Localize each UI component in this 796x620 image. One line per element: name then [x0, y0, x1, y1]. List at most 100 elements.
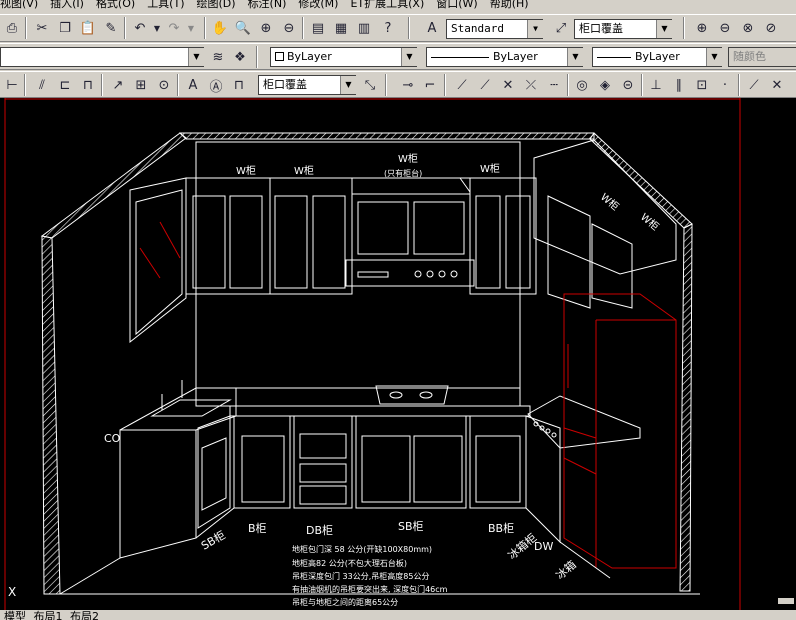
zoom-all-icon[interactable]: ⊗: [738, 18, 758, 38]
hood-knob: [414, 270, 422, 278]
properties-icon[interactable]: ▤: [308, 18, 328, 38]
text-style-combo[interactable]: Standard ▼: [446, 19, 543, 39]
snap-intersection-icon[interactable]: ✕: [498, 75, 518, 95]
toolbar-separator: [101, 74, 103, 96]
menu-bar: 视图(V) 插入(I) 格式(O) 工具(T) 绘图(D) 标注(N) 修改(M…: [0, 0, 796, 14]
menu-view[interactable]: 视图(V): [0, 0, 38, 9]
toolbar-separator: [25, 17, 27, 39]
chevron-down-icon[interactable]: ▼: [340, 76, 356, 94]
menu-format[interactable]: 格式(O): [96, 0, 135, 9]
center-mark-icon[interactable]: ⊙: [154, 75, 174, 95]
snap-from-icon[interactable]: ⌐: [420, 75, 440, 95]
menu-modify[interactable]: 修改(M): [298, 0, 338, 9]
zoom-window-icon[interactable]: ⊕: [256, 18, 276, 38]
hood-panel: [357, 271, 389, 278]
dim-style-icon[interactable]: ⤢: [551, 18, 571, 38]
match-properties-icon[interactable]: ✎: [101, 18, 121, 38]
tab-model[interactable]: 模型: [4, 610, 26, 620]
chevron-down-icon[interactable]: ▼: [188, 48, 204, 66]
dim-style-manager-icon[interactable]: ⤡: [360, 75, 380, 95]
left-window-frame: [129, 177, 187, 344]
cabinet-door: [229, 195, 263, 289]
zoom-out-icon[interactable]: ⊖: [715, 18, 735, 38]
chevron-down-icon[interactable]: ▼: [656, 20, 672, 38]
dim-edit-icon[interactable]: A: [183, 75, 203, 95]
toolbar-separator: [641, 74, 643, 96]
toolbar-separator: [256, 46, 258, 68]
cabinet-door: [413, 435, 463, 503]
tool-palettes-icon[interactable]: ▥: [354, 18, 374, 38]
color-combo[interactable]: ByLayer ▼: [270, 47, 417, 67]
tab-layout2[interactable]: 布局2: [70, 610, 99, 620]
snap-perpendicular-icon[interactable]: ⊥: [646, 75, 666, 95]
dim-baseline-icon[interactable]: ⊏: [55, 75, 75, 95]
snap-quadrant-icon[interactable]: ◈: [595, 75, 615, 95]
menu-express[interactable]: ET扩展工具(X): [350, 0, 424, 9]
tab-layout1[interactable]: 布局1: [34, 610, 63, 620]
cut-icon[interactable]: ✂: [32, 18, 52, 38]
zoom-extents-icon[interactable]: ⊘: [761, 18, 781, 38]
snap-temp-track-icon[interactable]: ⊸: [398, 75, 418, 95]
quick-leader-icon[interactable]: ↗: [108, 75, 128, 95]
top-wall-hatch: [178, 132, 595, 140]
menu-dimension[interactable]: 标注(N): [248, 0, 287, 9]
label-fridge: 冰箱: [553, 557, 579, 582]
plot-style-combo[interactable]: 随颜色: [728, 47, 796, 67]
linetype-sample: [431, 57, 489, 58]
lineweight-combo[interactable]: ByLayer ▼: [592, 47, 722, 67]
layer-previous-icon[interactable]: ❖: [230, 47, 250, 67]
menu-window[interactable]: 窗口(W): [436, 0, 477, 9]
zoom-realtime-icon[interactable]: 🔍: [233, 18, 253, 38]
dim-linear-icon[interactable]: ⊢: [2, 75, 22, 95]
plot-icon[interactable]: ⎙: [2, 18, 22, 38]
layers-toolbar: ▼ ≋ ❖ ByLayer ▼ ByLayer ▼ ByLayer ▼ 随颜色: [0, 43, 796, 70]
label-sb-mid: SB柜: [398, 520, 424, 533]
linetype-combo[interactable]: ByLayer ▼: [426, 47, 583, 67]
dim-continue-icon[interactable]: ⊓: [78, 75, 98, 95]
help-icon[interactable]: ?: [378, 18, 398, 38]
kitchen-drawing: W柜 W柜 W柜 (只有柜台) W柜 W柜 W柜 CO SB柜 B柜 DB柜 S…: [4, 98, 794, 610]
copy-icon[interactable]: ❐: [55, 18, 75, 38]
chevron-down-icon[interactable]: ▼: [401, 48, 417, 66]
menu-draw[interactable]: 绘图(D): [197, 0, 236, 9]
text-style-icon[interactable]: A: [422, 18, 442, 38]
paste-icon[interactable]: 📋: [78, 18, 98, 38]
snap-tangent-icon[interactable]: ⊝: [618, 75, 638, 95]
cabinet-door: [505, 195, 531, 289]
drawing-canvas[interactable]: W柜 W柜 W柜 (只有柜台) W柜 W柜 W柜 CO SB柜 B柜 DB柜 S…: [0, 98, 796, 610]
snap-extension-icon[interactable]: ┄: [544, 75, 564, 95]
make-object-layer-current-icon[interactable]: ≋: [208, 47, 228, 67]
chevron-down-icon[interactable]: ▼: [567, 48, 583, 66]
snap-apparent-intersection-icon[interactable]: ⤫: [521, 75, 541, 95]
design-center-icon[interactable]: ▦: [331, 18, 351, 38]
menu-help[interactable]: 帮助(H): [490, 0, 529, 9]
pan-icon[interactable]: ✋: [210, 18, 230, 38]
dim-text-edit-icon[interactable]: Ⓐ: [206, 75, 226, 95]
snap-none-icon[interactable]: ✕: [767, 75, 787, 95]
dim-aligned-icon[interactable]: ⫽: [32, 75, 52, 95]
snap-insert-icon[interactable]: ⊡: [692, 75, 712, 95]
snap-parallel-icon[interactable]: ∥: [669, 75, 689, 95]
snap-endpoint-icon[interactable]: ⟋: [452, 75, 472, 95]
right-wall-upper: [533, 139, 677, 275]
snap-nearest-icon[interactable]: ⟋: [744, 75, 764, 95]
cabinet-door: [475, 195, 501, 289]
ucs-x-marker: X: [8, 585, 16, 599]
menu-insert[interactable]: 插入(I): [50, 0, 84, 9]
snap-node-icon[interactable]: ·: [715, 75, 735, 95]
menu-tools[interactable]: 工具(T): [147, 0, 184, 9]
dim-update-icon[interactable]: ⊓: [229, 75, 249, 95]
zoom-previous-icon[interactable]: ⊖: [279, 18, 299, 38]
dim-style-combo[interactable]: 柜口覆盖 ▼: [574, 19, 672, 39]
chevron-down-icon[interactable]: ▼: [706, 48, 722, 66]
layer-combo[interactable]: ▼: [0, 47, 204, 67]
label-hood-note: (只有柜台): [384, 168, 422, 178]
tolerance-icon[interactable]: ⊞: [131, 75, 151, 95]
snap-midpoint-icon[interactable]: ⟋: [475, 75, 495, 95]
redo-dropdown-icon[interactable]: ▼: [181, 18, 201, 38]
label-w-right: W柜: [480, 162, 500, 175]
snap-center-icon[interactable]: ◎: [572, 75, 592, 95]
dim-style-combo-2[interactable]: 柜口覆盖 ▼: [258, 75, 356, 95]
zoom-in-icon[interactable]: ⊕: [692, 18, 712, 38]
chevron-down-icon[interactable]: ▼: [527, 20, 543, 38]
